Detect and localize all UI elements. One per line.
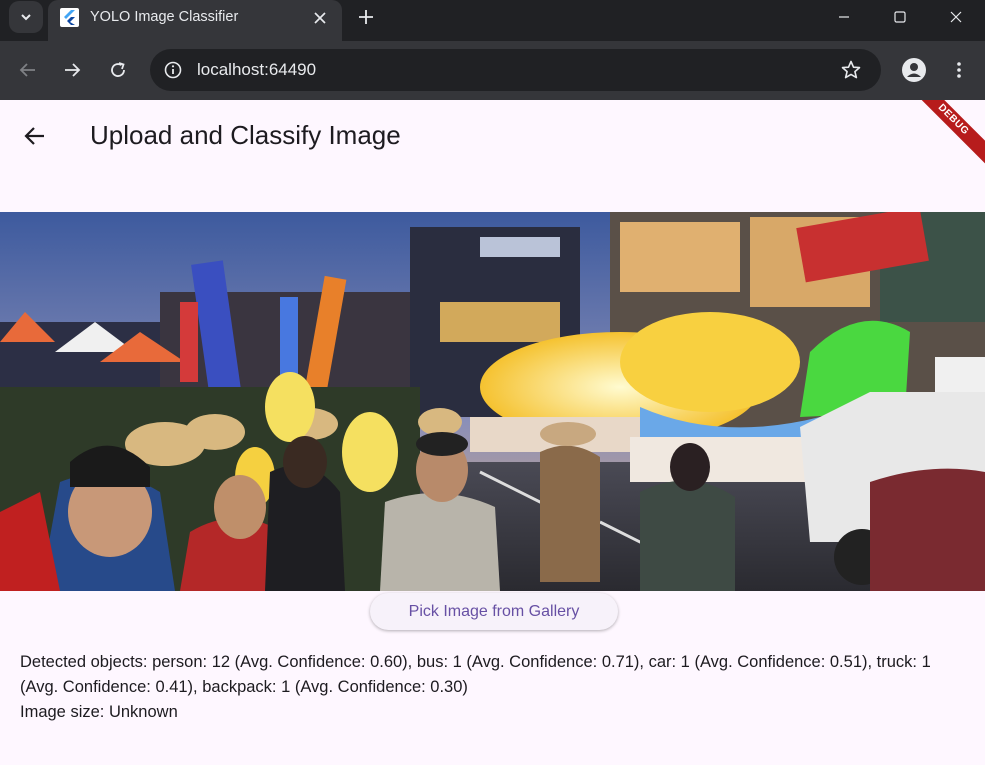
app-back-button[interactable]	[17, 118, 53, 154]
browser-menu-button[interactable]	[944, 55, 974, 85]
maximize-icon	[894, 11, 906, 23]
plus-icon	[359, 10, 373, 24]
bookmark-button[interactable]	[838, 57, 864, 83]
new-tab-button[interactable]	[354, 5, 378, 29]
close-icon	[314, 12, 326, 24]
site-info-button[interactable]	[159, 56, 187, 84]
browser-toolbar: localhost:64490	[0, 41, 985, 100]
info-icon	[164, 61, 182, 79]
reload-icon	[111, 62, 125, 77]
detection-results: Detected objects: person: 12 (Avg. Confi…	[20, 650, 965, 725]
profile-icon	[902, 58, 926, 82]
browser-tabstrip: YOLO Image Classifier	[0, 0, 985, 41]
browser-tab[interactable]: YOLO Image Classifier	[48, 0, 342, 41]
debug-banner: DEBUG	[904, 100, 985, 169]
close-icon	[950, 11, 962, 23]
flutter-icon	[60, 8, 79, 27]
tab-close-button[interactable]	[310, 8, 330, 28]
tab-search-button[interactable]	[9, 1, 43, 33]
kebab-menu-icon	[957, 62, 961, 78]
arrow-left-icon	[19, 63, 35, 77]
minimize-icon	[839, 16, 849, 18]
minimize-button[interactable]	[821, 0, 867, 34]
close-window-button[interactable]	[933, 0, 979, 34]
url-text: localhost:64490	[197, 60, 317, 79]
reload-button[interactable]	[103, 55, 133, 85]
maximize-button[interactable]	[877, 0, 923, 34]
tab-title: YOLO Image Classifier	[90, 9, 239, 25]
address-bar[interactable]: localhost:64490	[150, 49, 881, 91]
back-button[interactable]	[13, 55, 43, 85]
star-icon	[841, 60, 861, 79]
arrow-left-icon	[24, 127, 44, 145]
app-viewport: Upload and Classify Image DEBUG Pick Ima…	[0, 100, 985, 765]
chevron-down-icon	[21, 14, 31, 21]
image-size-text: Image size: Unknown	[20, 703, 178, 721]
page-title: Upload and Classify Image	[90, 120, 401, 150]
arrow-right-icon	[65, 63, 81, 77]
uploaded-image	[0, 212, 985, 591]
forward-button[interactable]	[57, 55, 87, 85]
pick-image-button[interactable]: Pick Image from Gallery	[370, 593, 618, 630]
profile-button[interactable]	[898, 54, 930, 86]
detected-objects-text: Detected objects: person: 12 (Avg. Confi…	[20, 653, 931, 696]
